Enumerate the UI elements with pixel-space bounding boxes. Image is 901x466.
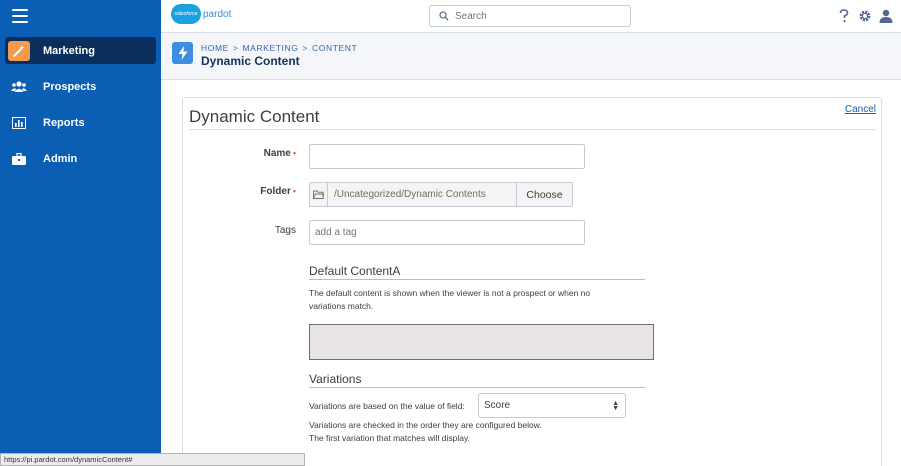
variations-note: Variations are checked in the order they… xyxy=(309,419,542,444)
global-search[interactable] xyxy=(429,5,631,27)
lightning-bolt-icon xyxy=(172,42,193,64)
browser-status-bar: https://pi.pardot.com/dynamicContent# xyxy=(0,453,305,466)
settings-gear-icon[interactable] xyxy=(858,8,872,24)
bar-chart-icon xyxy=(8,113,30,133)
sidebar-item-label: Prospects xyxy=(43,80,97,93)
sidebar-item-label: Marketing xyxy=(43,44,95,57)
required-marker: • xyxy=(292,148,296,158)
choose-folder-button[interactable]: Choose xyxy=(516,183,572,206)
tags-input[interactable] xyxy=(309,220,585,245)
sidebar-item-label: Reports xyxy=(43,116,85,129)
default-content-heading: Default ContentA xyxy=(309,264,401,278)
search-input[interactable] xyxy=(455,10,615,22)
variations-heading: Variations xyxy=(309,372,362,386)
salesforce-pardot-logo[interactable]: salesforce pardot xyxy=(171,4,231,24)
sidebar-item-marketing[interactable]: Marketing xyxy=(5,37,156,64)
breadcrumb-content[interactable]: CONTENT xyxy=(312,43,357,53)
description-line: The default content is shown when the vi… xyxy=(309,288,591,298)
sidebar-nav: Marketing Prospects Reports Admin xyxy=(0,37,161,181)
help-icon[interactable] xyxy=(837,8,851,24)
sidebar-item-prospects[interactable]: Prospects xyxy=(5,73,156,100)
select-arrows-icon: ▲ ▼ xyxy=(612,399,619,412)
sidebar-item-label: Admin xyxy=(43,152,78,165)
folder-path: /Uncategorized/Dynamic Contents xyxy=(334,189,486,200)
required-marker: • xyxy=(292,186,296,196)
logo-salesforce-text: salesforce xyxy=(174,11,198,17)
note-line: Variations are checked in the order they… xyxy=(309,420,542,430)
breadcrumb-separator: > xyxy=(232,43,239,53)
default-content-description: The default content is shown when the vi… xyxy=(309,287,590,312)
section-divider xyxy=(309,387,645,388)
breadcrumb-marketing[interactable]: MARKETING xyxy=(242,43,298,53)
sidebar-item-reports[interactable]: Reports xyxy=(5,109,156,136)
section-divider xyxy=(309,279,645,280)
briefcase-icon xyxy=(8,149,30,169)
page-title: Dynamic Content xyxy=(201,54,300,68)
user-profile-icon[interactable] xyxy=(879,8,893,24)
breadcrumb: HOME > MARKETING > CONTENT xyxy=(201,43,357,53)
folder-label: Folder • xyxy=(236,186,296,197)
name-label: Name • xyxy=(236,148,296,159)
page-header: HOME > MARKETING > CONTENT Dynamic Content xyxy=(161,33,901,80)
logo-product-text: pardot xyxy=(203,8,232,20)
name-label-text: Name xyxy=(263,148,291,159)
wand-icon xyxy=(8,40,30,61)
tags-label: Tags xyxy=(274,225,296,236)
variation-field-select[interactable]: Score ▲ ▼ xyxy=(478,393,626,418)
breadcrumb-home[interactable]: HOME xyxy=(201,43,229,53)
description-line: variations match. xyxy=(309,300,374,311)
folder-label-text: Folder xyxy=(260,186,291,197)
hamburger-menu-icon[interactable] xyxy=(12,9,28,23)
folder-open-icon xyxy=(310,183,328,206)
variations-field-label: Variations are based on the value of fie… xyxy=(309,401,465,411)
top-header: salesforce pardot xyxy=(161,0,901,33)
search-icon xyxy=(439,11,449,21)
folder-picker: /Uncategorized/Dynamic Contents Choose xyxy=(309,182,573,207)
cancel-link[interactable]: Cancel xyxy=(845,104,876,115)
note-line: The first variation that matches will di… xyxy=(309,432,470,443)
sidebar-item-admin[interactable]: Admin xyxy=(5,145,156,172)
header-icons xyxy=(830,8,893,24)
name-input[interactable] xyxy=(309,144,585,169)
dynamic-content-form: Dynamic Content Cancel Name • Folder • /Un… xyxy=(182,97,882,466)
sidebar: Marketing Prospects Reports Admin xyxy=(0,0,161,466)
form-heading: Dynamic Content xyxy=(189,107,320,126)
breadcrumb-separator: > xyxy=(302,43,308,53)
salesforce-cloud-icon: salesforce xyxy=(171,4,201,24)
people-icon xyxy=(8,77,30,97)
variation-field-value: Score xyxy=(484,400,511,411)
heading-divider xyxy=(189,129,876,130)
default-content-editor[interactable] xyxy=(309,324,654,360)
